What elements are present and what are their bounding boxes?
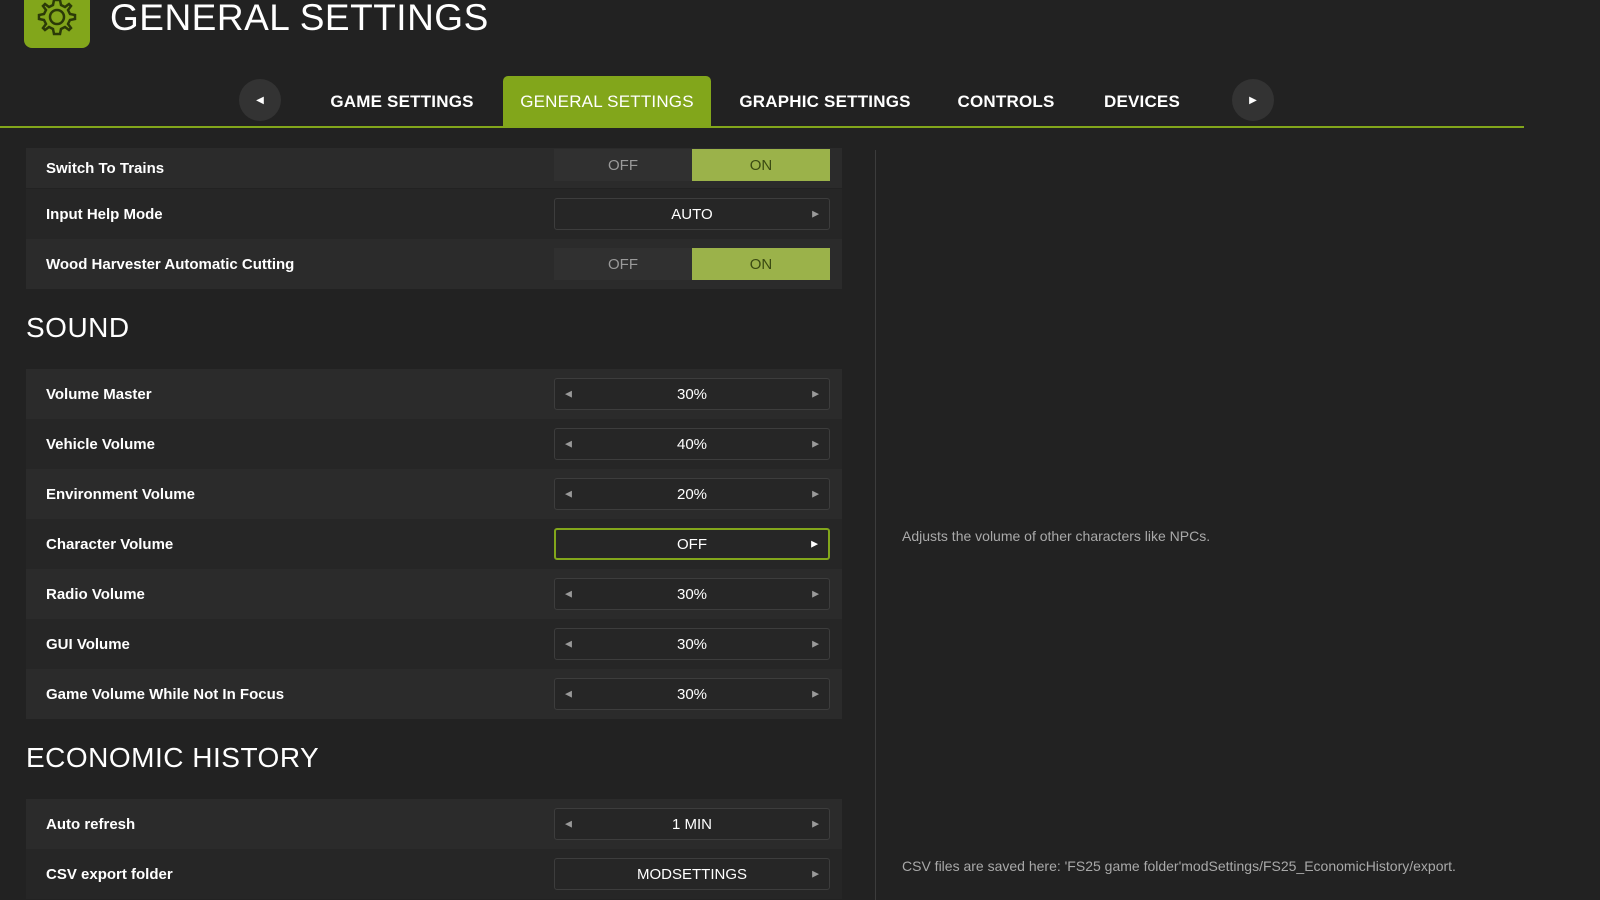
setting-label: Vehicle Volume <box>46 435 155 453</box>
setting-row-game-volume-unfocused: Game Volume While Not In Focus ◀ 30% ▶ <box>26 669 842 719</box>
wood-harvester-toggle[interactable]: OFF ON <box>554 248 830 280</box>
selector-value: AUTO <box>671 205 713 223</box>
csv-export-folder-selector[interactable]: MODSETTINGS ▶ <box>554 858 830 890</box>
selector-value: 30% <box>676 585 708 603</box>
chevron-right-icon[interactable]: ▶ <box>812 209 819 220</box>
setting-row-radio-volume: Radio Volume ◀ 30% ▶ <box>26 569 842 619</box>
chevron-right-icon[interactable]: ▶ <box>812 589 819 600</box>
setting-label: Environment Volume <box>46 485 195 503</box>
toggle-on-option[interactable]: ON <box>692 149 830 181</box>
chevron-right-icon[interactable]: ▶ <box>812 489 819 500</box>
chevron-left-icon[interactable]: ◀ <box>565 819 572 830</box>
setting-label: Auto refresh <box>46 815 136 833</box>
chevron-right-icon[interactable]: ▶ <box>812 639 819 650</box>
selector-value: 40% <box>676 435 708 453</box>
help-text-csv-export: CSV files are saved here: 'FS25 game fol… <box>902 858 1456 874</box>
tab-game-settings[interactable]: GAME SETTINGS <box>318 76 486 127</box>
chevron-right-icon[interactable]: ▶ <box>812 439 819 450</box>
section-title-sound: SOUND <box>26 312 130 343</box>
tab-prev-button[interactable]: ◀ <box>239 79 281 121</box>
chevron-left-icon[interactable]: ◀ <box>565 589 572 600</box>
setting-row-character-volume: Character Volume OFF ▶ <box>26 519 842 569</box>
tab-general-settings[interactable]: GENERAL SETTINGS <box>503 76 711 127</box>
auto-refresh-selector[interactable]: ◀ 1 MIN ▶ <box>554 808 830 840</box>
vehicle-volume-selector[interactable]: ◀ 40% ▶ <box>554 428 830 460</box>
setting-label: Character Volume <box>46 535 174 553</box>
radio-volume-selector[interactable]: ◀ 30% ▶ <box>554 578 830 610</box>
input-help-mode-selector[interactable]: AUTO ▶ <box>554 198 830 230</box>
setting-row-gui-volume: GUI Volume ◀ 30% ▶ <box>26 619 842 669</box>
selector-value: 20% <box>676 485 708 503</box>
game-volume-unfocused-selector[interactable]: ◀ 30% ▶ <box>554 678 830 710</box>
toggle-off-option[interactable]: OFF <box>554 149 692 181</box>
setting-row-volume-master: Volume Master ◀ 30% ▶ <box>26 369 842 419</box>
chevron-right-icon[interactable]: ▶ <box>812 869 819 880</box>
chevron-left-icon[interactable]: ◀ <box>565 439 572 450</box>
section-title-economic-history: ECONOMIC HISTORY <box>26 742 320 773</box>
setting-label: Volume Master <box>46 385 152 403</box>
gui-volume-selector[interactable]: ◀ 30% ▶ <box>554 628 830 660</box>
gear-icon <box>24 0 90 48</box>
selector-value: OFF <box>677 535 707 553</box>
chevron-left-icon: ◀ <box>256 94 264 106</box>
setting-row-switch-to-trains: Switch To Trains OFF ON <box>26 148 842 188</box>
setting-label: CSV export folder <box>46 865 173 883</box>
chevron-left-icon[interactable]: ◀ <box>565 389 572 400</box>
character-volume-selector[interactable]: OFF ▶ <box>554 528 830 560</box>
setting-label: Game Volume While Not In Focus <box>46 685 285 703</box>
tab-underline <box>0 126 1524 128</box>
chevron-left-icon[interactable]: ◀ <box>565 639 572 650</box>
tab-next-button[interactable]: ▶ <box>1232 79 1274 121</box>
setting-label: Wood Harvester Automatic Cutting <box>46 255 295 273</box>
selector-value: MODSETTINGS <box>636 865 747 883</box>
volume-master-selector[interactable]: ◀ 30% ▶ <box>554 378 830 410</box>
chevron-left-icon[interactable]: ◀ <box>565 489 572 500</box>
setting-row-input-help-mode: Input Help Mode AUTO ▶ <box>26 189 842 239</box>
setting-row-auto-refresh: Auto refresh ◀ 1 MIN ▶ <box>26 799 842 849</box>
chevron-right-icon[interactable]: ▶ <box>812 819 819 830</box>
setting-row-vehicle-volume: Vehicle Volume ◀ 40% ▶ <box>26 419 842 469</box>
selector-value: 30% <box>676 685 708 703</box>
page-title: GENERAL SETTINGS <box>110 0 489 38</box>
tab-devices[interactable]: DEVICES <box>1096 76 1188 127</box>
chevron-right-icon[interactable]: ▶ <box>811 539 818 550</box>
setting-row-csv-export-folder: CSV export folder MODSETTINGS ▶ <box>26 849 842 899</box>
setting-label: Switch To Trains <box>46 159 165 177</box>
environment-volume-selector[interactable]: ◀ 20% ▶ <box>554 478 830 510</box>
chevron-right-icon[interactable]: ▶ <box>812 689 819 700</box>
chevron-right-icon: ▶ <box>1249 94 1257 106</box>
selector-value: 1 MIN <box>671 815 712 833</box>
setting-label: Input Help Mode <box>46 205 163 223</box>
tab-controls[interactable]: CONTROLS <box>950 76 1062 127</box>
toggle-off-option[interactable]: OFF <box>554 248 692 280</box>
setting-label: Radio Volume <box>46 585 145 603</box>
setting-row-environment-volume: Environment Volume ◀ 20% ▶ <box>26 469 842 519</box>
switch-to-trains-toggle[interactable]: OFF ON <box>554 149 830 181</box>
setting-label: GUI Volume <box>46 635 130 653</box>
setting-row-wood-harvester: Wood Harvester Automatic Cutting OFF ON <box>26 239 842 289</box>
panel-divider <box>875 150 876 900</box>
selector-value: 30% <box>676 385 708 403</box>
chevron-right-icon[interactable]: ▶ <box>812 389 819 400</box>
toggle-on-option[interactable]: ON <box>692 248 830 280</box>
tab-graphic-settings[interactable]: GRAPHIC SETTINGS <box>730 76 920 127</box>
chevron-left-icon[interactable]: ◀ <box>565 689 572 700</box>
selector-value: 30% <box>676 635 708 653</box>
help-text-character-volume: Adjusts the volume of other characters l… <box>902 528 1211 544</box>
